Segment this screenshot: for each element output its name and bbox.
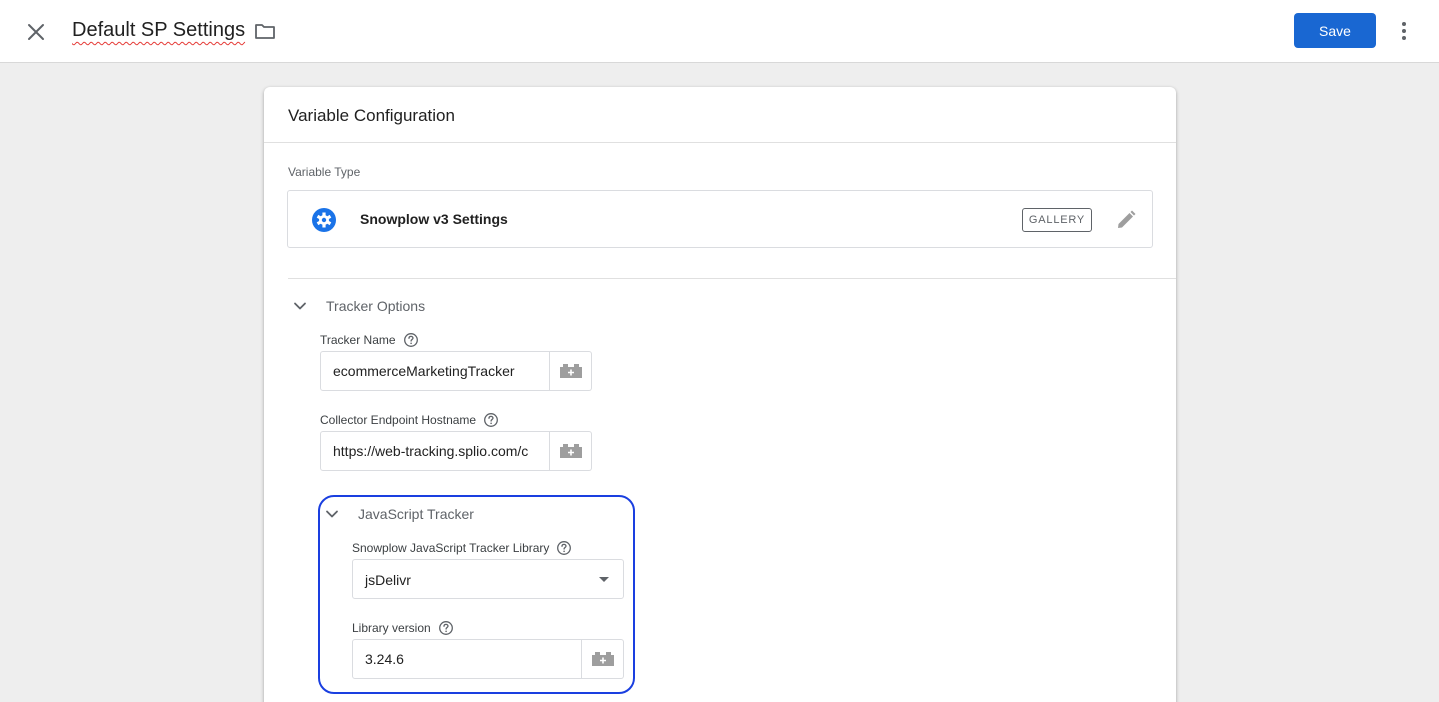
library-label: Snowplow JavaScript Tracker Library [352,540,572,556]
help-circle-icon[interactable] [403,332,419,348]
collector-endpoint-input[interactable] [320,431,550,471]
insert-variable-button[interactable] [582,639,624,679]
gallery-badge: GALLERY [1022,208,1092,232]
folder-icon [255,24,275,39]
chevron-down-icon [326,510,338,518]
variable-type-label: Variable Type [288,165,361,179]
help-circle-icon[interactable] [556,540,572,556]
card-title: Variable Configuration [264,87,1176,143]
pencil-icon [1118,210,1136,228]
library-select[interactable]: jsDelivr [352,559,624,599]
top-bar: Default SP Settings Save [0,0,1439,63]
tracker-name-label-text: Tracker Name [320,333,396,347]
javascript-tracker-title: JavaScript Tracker [358,506,474,522]
divider [288,278,1176,279]
library-select-value: jsDelivr [365,572,411,588]
library-version-label-text: Library version [352,621,431,635]
lego-brick-icon [559,444,582,458]
insert-variable-button[interactable] [550,431,592,471]
close-icon [28,24,44,40]
collector-label-text: Collector Endpoint Hostname [320,413,477,427]
more-vert-icon [1402,22,1406,40]
save-button[interactable]: Save [1294,13,1376,48]
javascript-tracker-toggle[interactable]: JavaScript Tracker [322,504,474,524]
help-circle-icon[interactable] [483,412,499,428]
library-version-input[interactable] [352,639,582,679]
library-label-text: Snowplow JavaScript Tracker Library [352,541,550,555]
dropdown-arrow-icon [599,577,609,582]
close-button[interactable] [22,18,50,46]
insert-variable-button[interactable] [550,351,592,391]
page-title[interactable]: Default SP Settings [72,19,245,42]
edit-variable-type-button[interactable] [1114,208,1138,232]
tracker-name-label: Tracker Name [320,332,419,348]
library-version-label: Library version [352,620,454,636]
help-circle-icon[interactable] [438,620,454,636]
variable-type-name: Snowplow v3 Settings [360,211,508,227]
collector-label: Collector Endpoint Hostname [320,412,499,428]
tracker-options-toggle[interactable]: Tracker Options [290,296,425,316]
folder-button[interactable] [253,19,277,43]
settings-gear-icon [312,208,336,232]
lego-brick-icon [591,652,614,666]
chevron-down-icon [294,302,306,310]
tracker-name-input[interactable] [320,351,550,391]
more-options-button[interactable] [1392,19,1416,43]
tracker-options-title: Tracker Options [326,298,426,314]
variable-type-box[interactable]: Snowplow v3 Settings GALLERY [287,190,1153,248]
variable-configuration-card: Variable Configuration Variable Type Sno… [264,87,1176,702]
lego-brick-icon [559,364,582,378]
